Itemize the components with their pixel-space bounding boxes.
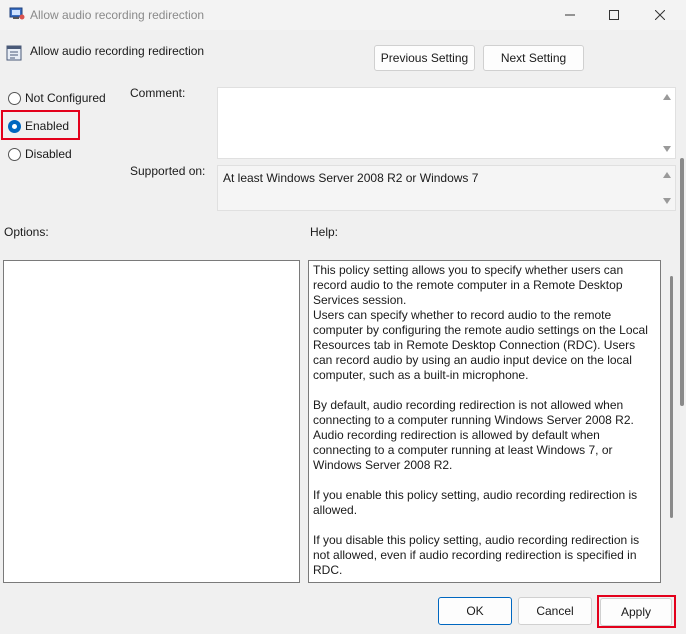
radio-not-configured[interactable]: Not Configured [8, 89, 106, 107]
comment-textarea[interactable] [217, 87, 676, 159]
options-pane [3, 260, 300, 583]
help-paragraph: By default, audio recording redirection … [313, 398, 634, 472]
supported-on-label: Supported on: [130, 164, 206, 178]
minimize-button[interactable] [547, 0, 593, 30]
dialog-scrollbar-thumb[interactable] [680, 158, 684, 406]
supported-scrollbar[interactable] [659, 166, 675, 210]
next-setting-button[interactable]: Next Setting [483, 45, 584, 71]
help-scrollbar-thumb[interactable] [670, 276, 673, 518]
policy-name: Allow audio recording redirection [30, 44, 205, 58]
close-button[interactable] [637, 0, 683, 30]
help-paragraph: If you enable this policy setting, audio… [313, 488, 638, 517]
help-label: Help: [310, 225, 339, 239]
scroll-up-icon[interactable] [663, 94, 671, 100]
radio-label: Not Configured [25, 91, 106, 105]
help-text: This policy setting allows you to specif… [313, 263, 649, 578]
scroll-up-icon[interactable] [663, 172, 671, 178]
help-paragraph: If you disable this policy setting, audi… [313, 533, 640, 577]
policy-setting-icon [6, 45, 22, 61]
group-policy-app-icon [9, 7, 25, 20]
cancel-button[interactable]: Cancel [518, 597, 592, 625]
close-icon [655, 10, 665, 20]
scroll-down-icon[interactable] [663, 146, 671, 152]
supported-on-field: At least Windows Server 2008 R2 or Windo… [217, 165, 676, 211]
radio-label: Disabled [25, 147, 72, 161]
help-paragraph: Users can specify whether to record audi… [313, 308, 648, 382]
radio-circle[interactable] [8, 91, 21, 105]
radio-disabled[interactable]: Disabled [8, 145, 72, 163]
help-pane: This policy setting allows you to specif… [308, 260, 661, 583]
minimize-icon [565, 14, 575, 16]
scroll-down-icon[interactable] [663, 198, 671, 204]
previous-setting-button[interactable]: Previous Setting [374, 45, 475, 71]
ok-button[interactable]: OK [438, 597, 512, 625]
enabled-highlight-box [1, 110, 80, 140]
supported-on-value: At least Windows Server 2008 R2 or Windo… [223, 171, 479, 185]
options-label: Options: [4, 225, 49, 239]
radio-circle[interactable] [8, 147, 21, 161]
comment-label: Comment: [130, 86, 186, 100]
title-bar: Allow audio recording redirection [0, 0, 686, 30]
window-title: Allow audio recording redirection [30, 8, 205, 22]
comment-scrollbar[interactable] [659, 88, 675, 158]
help-paragraph: This policy setting allows you to specif… [313, 263, 624, 307]
maximize-icon [609, 10, 619, 20]
maximize-button[interactable] [591, 0, 637, 30]
apply-highlight-box [597, 595, 676, 628]
